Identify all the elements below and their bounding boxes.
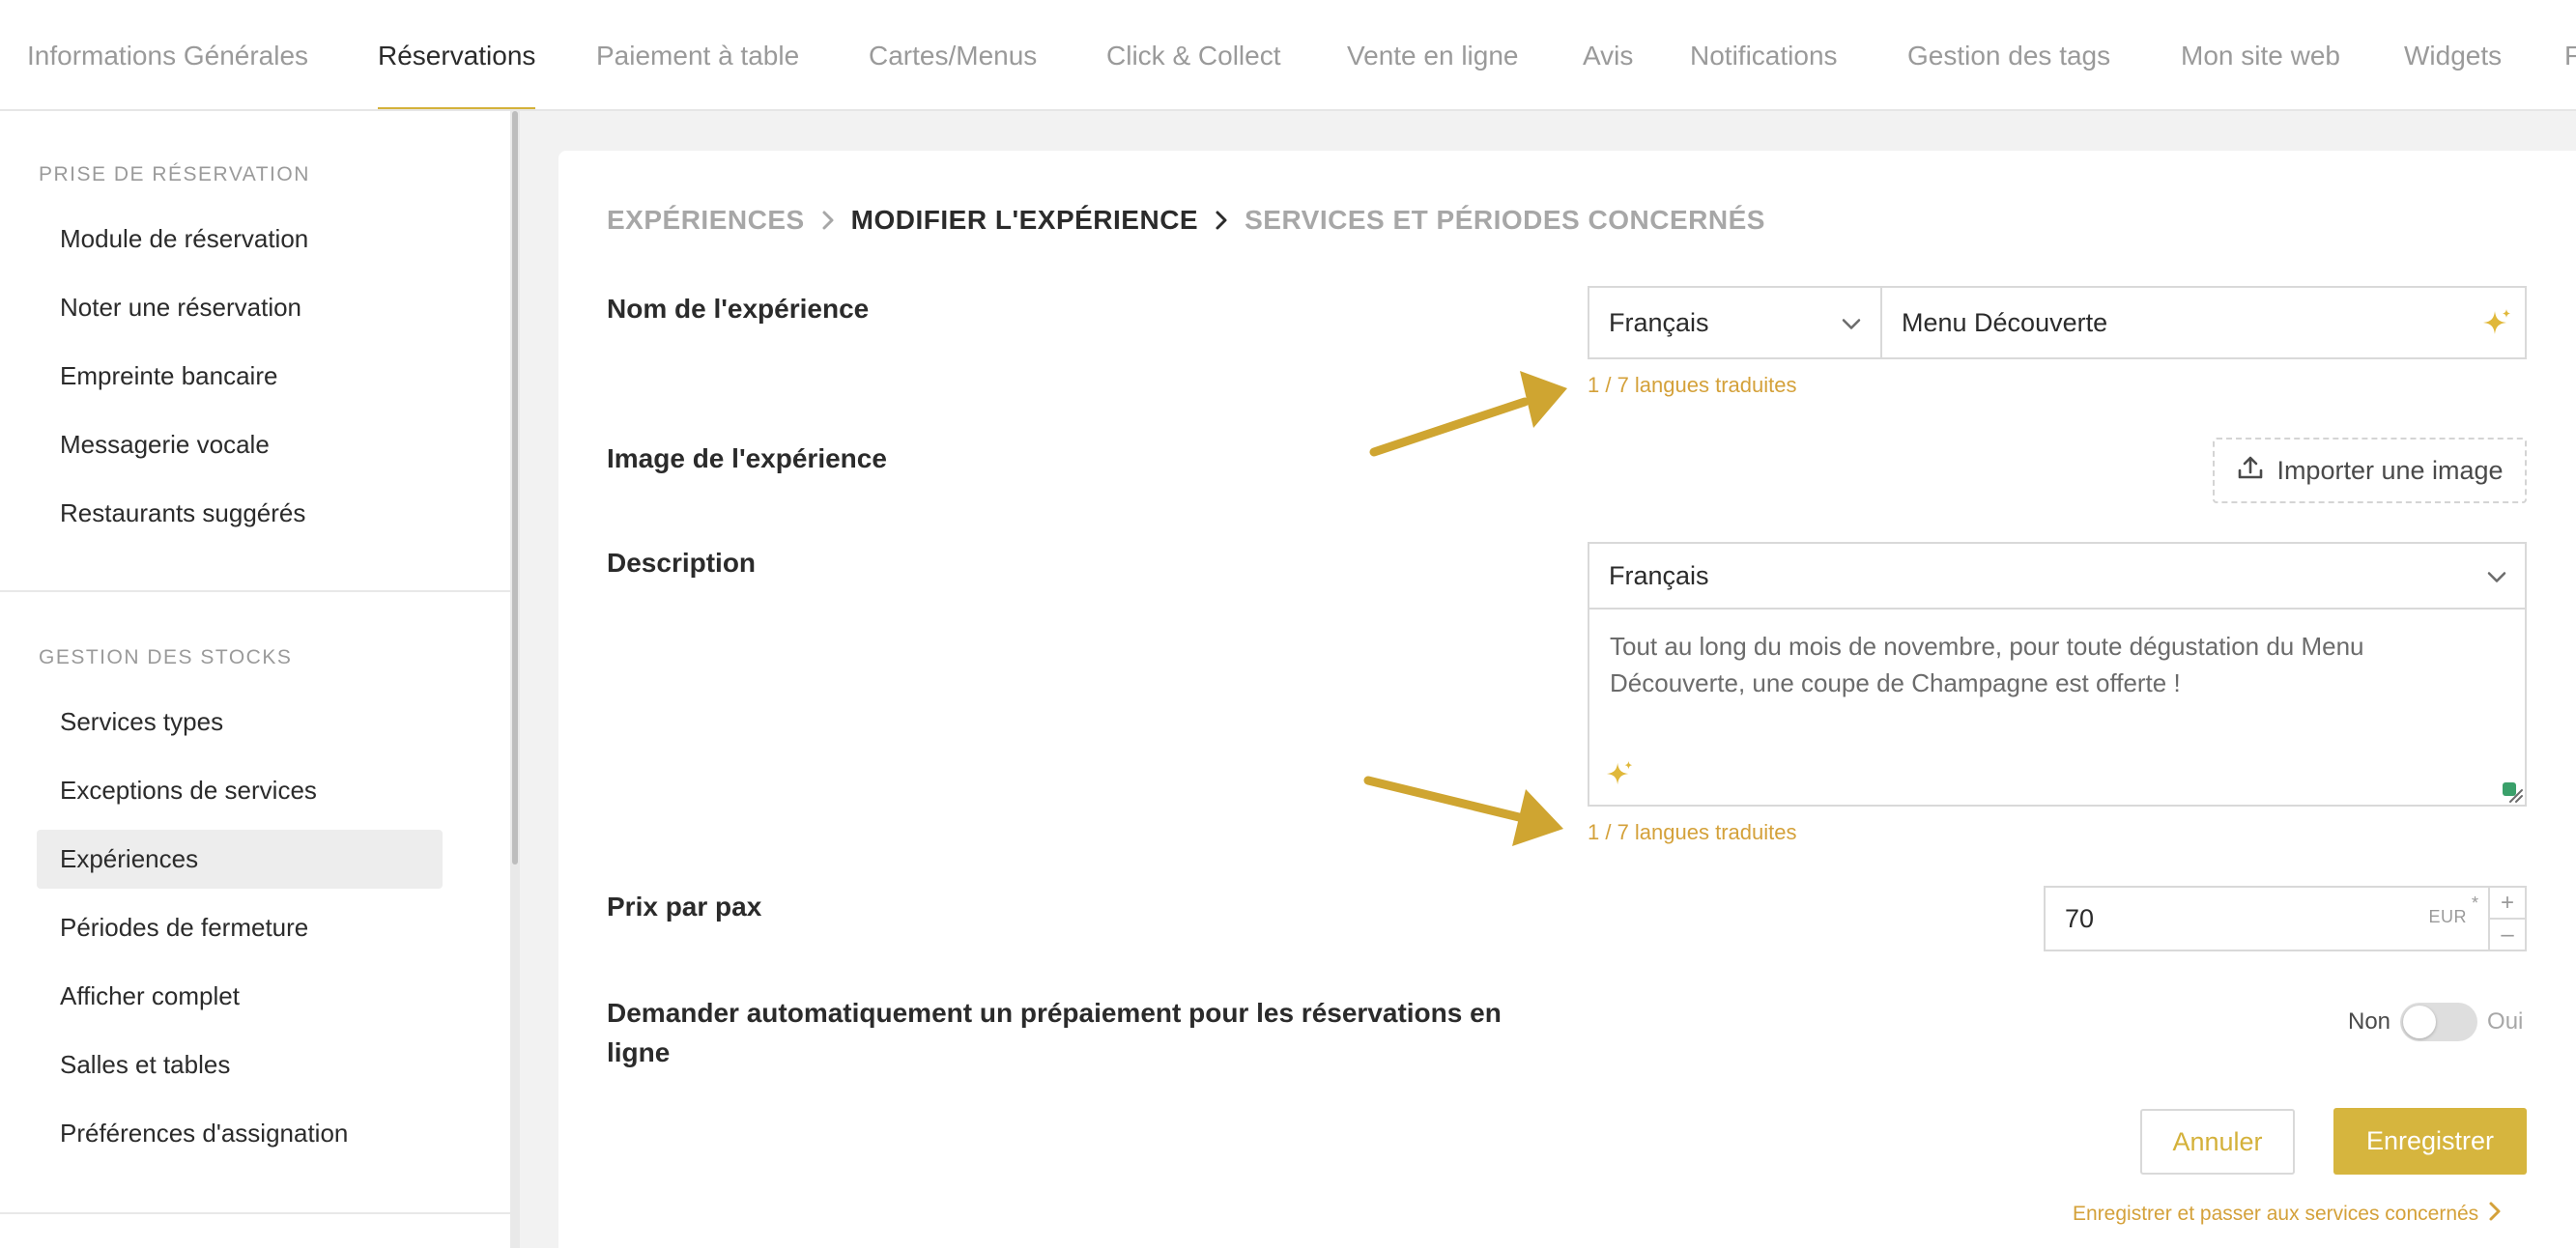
sidebar-item-empreinte-bancaire[interactable]: Empreinte bancaire (37, 347, 443, 406)
description-translation-count: 1 / 7 langues traduites (1588, 820, 1797, 844)
name-language-value: Français (1609, 307, 1709, 337)
tab-click-collect[interactable]: Click & Collect (1106, 0, 1280, 109)
experience-name-label: Nom de l'expérience (607, 294, 870, 324)
price-label: Prix par pax (607, 892, 762, 922)
sidebar-item-services-types[interactable]: Services types (37, 693, 443, 752)
tab-avis[interactable]: Avis (1583, 0, 1633, 109)
save-button[interactable]: Enregistrer (2333, 1108, 2527, 1175)
tab-truncated[interactable]: F (2564, 0, 2576, 109)
description-language-value: Français (1609, 560, 1709, 590)
sidebar-item-messagerie-vocale[interactable]: Messagerie vocale (37, 415, 443, 474)
price-decrement-button[interactable]: – (2490, 918, 2525, 950)
breadcrumb-experiences[interactable]: EXPÉRIENCES (607, 205, 805, 236)
name-translation-count: 1 / 7 langues traduites (1588, 373, 1797, 397)
sidebar-item-noter-une-reservation[interactable]: Noter une réservation (37, 278, 443, 337)
description-textarea[interactable]: Tout au long du mois de novembre, pour t… (1610, 628, 2479, 701)
sparkle-icon[interactable] (1604, 759, 1635, 795)
experience-image-label: Image de l'expérience (607, 443, 887, 473)
experience-name-input[interactable]: Menu Découverte (1880, 288, 2526, 357)
tab-paiement-a-table[interactable]: Paiement à table (596, 0, 799, 109)
sidebar-divider (0, 1212, 510, 1214)
tab-gestion-des-tags[interactable]: Gestion des tags (1907, 0, 2110, 109)
upload-icon (2236, 453, 2265, 489)
toggle-knob (2403, 1006, 2437, 1038)
name-language-select[interactable]: Français (1589, 288, 1879, 357)
price-currency: EUR (2428, 907, 2467, 926)
sidebar-item-module-de-reservation[interactable]: Module de réservation (37, 210, 443, 269)
breadcrumb-services-periodes[interactable]: SERVICES ET PÉRIODES CONCERNÉS (1245, 205, 1765, 236)
tab-widgets[interactable]: Widgets (2404, 0, 2502, 109)
prepayment-label: Demander automatiquement un prépaiement … (607, 998, 1502, 1067)
cancel-button[interactable]: Annuler (2140, 1109, 2295, 1175)
sidebar-scrollbar-thumb[interactable] (512, 111, 518, 865)
sidebar-item-preferences-assignation[interactable]: Préférences d'assignation (37, 1104, 443, 1163)
save-and-next-link[interactable]: Enregistrer et passer aux services conce… (2073, 1201, 2502, 1228)
breadcrumb-modifier-experience: MODIFIER L'EXPÉRIENCE (850, 205, 1199, 235)
prepayment-toggle-row: Non Oui (2348, 1003, 2523, 1041)
toggle-on-label: Oui (2487, 1008, 2524, 1035)
description-language-select[interactable]: Français (1589, 544, 2525, 610)
textarea-resize-handle[interactable] (2501, 780, 2524, 808)
breadcrumb: EXPÉRIENCES MODIFIER L'EXPÉRIENCE SERVIC… (607, 205, 1765, 236)
tab-reservations[interactable]: Réservations (378, 0, 536, 109)
chevron-down-icon (2486, 561, 2507, 591)
price-stepper: + – (2488, 888, 2525, 950)
import-image-label: Importer une image (2276, 455, 2504, 485)
sidebar-scrollbar[interactable] (510, 111, 520, 1248)
sidebar-item-exceptions-de-services[interactable]: Exceptions de services (37, 761, 443, 820)
sidebar-item-experiences[interactable]: Expériences (37, 830, 443, 889)
required-mark: * (2471, 893, 2478, 913)
experience-name-value: Menu Découverte (1902, 307, 2108, 337)
sidebar-section-title-gestion-des-stocks: GESTION DES STOCKS (39, 646, 293, 668)
price-increment-button[interactable]: + (2490, 888, 2525, 918)
sidebar-section-title-prise-de-reservation: PRISE DE RÉSERVATION (39, 163, 310, 185)
sparkle-icon[interactable] (2480, 307, 2513, 345)
sidebar-item-afficher-complet[interactable]: Afficher complet (37, 967, 443, 1026)
chevron-down-icon (1841, 308, 1862, 338)
tab-mon-site-web[interactable]: Mon site web (2181, 0, 2340, 109)
price-input[interactable]: 70 EUR * + – (2044, 886, 2527, 951)
sidebar: PRISE DE RÉSERVATION Module de réservati… (0, 111, 510, 1248)
sidebar-divider (0, 590, 510, 592)
prepayment-toggle[interactable] (2400, 1003, 2478, 1041)
description-label: Description (607, 548, 757, 578)
save-and-next-label: Enregistrer et passer aux services conce… (2073, 1203, 2479, 1225)
top-tab-bar: Informations Générales Réservations Paie… (0, 0, 2576, 111)
chevron-right-icon (2488, 1201, 2502, 1228)
tab-notifications[interactable]: Notifications (1690, 0, 1838, 109)
chevron-right-icon (820, 209, 836, 232)
sidebar-item-periodes-de-fermeture[interactable]: Périodes de fermeture (37, 898, 443, 957)
tab-informations-generales[interactable]: Informations Générales (27, 0, 308, 109)
tab-cartes-menus[interactable]: Cartes/Menus (869, 0, 1037, 109)
sidebar-item-salles-et-tables[interactable]: Salles et tables (37, 1035, 443, 1094)
chevron-right-icon (1214, 209, 1229, 232)
tab-vente-en-ligne[interactable]: Vente en ligne (1347, 0, 1519, 109)
import-image-button[interactable]: Importer une image (2213, 438, 2527, 503)
price-value: 70 (2065, 903, 2095, 933)
sidebar-item-restaurants-suggeres[interactable]: Restaurants suggérés (37, 484, 443, 543)
toggle-off-label: Non (2348, 1008, 2391, 1035)
